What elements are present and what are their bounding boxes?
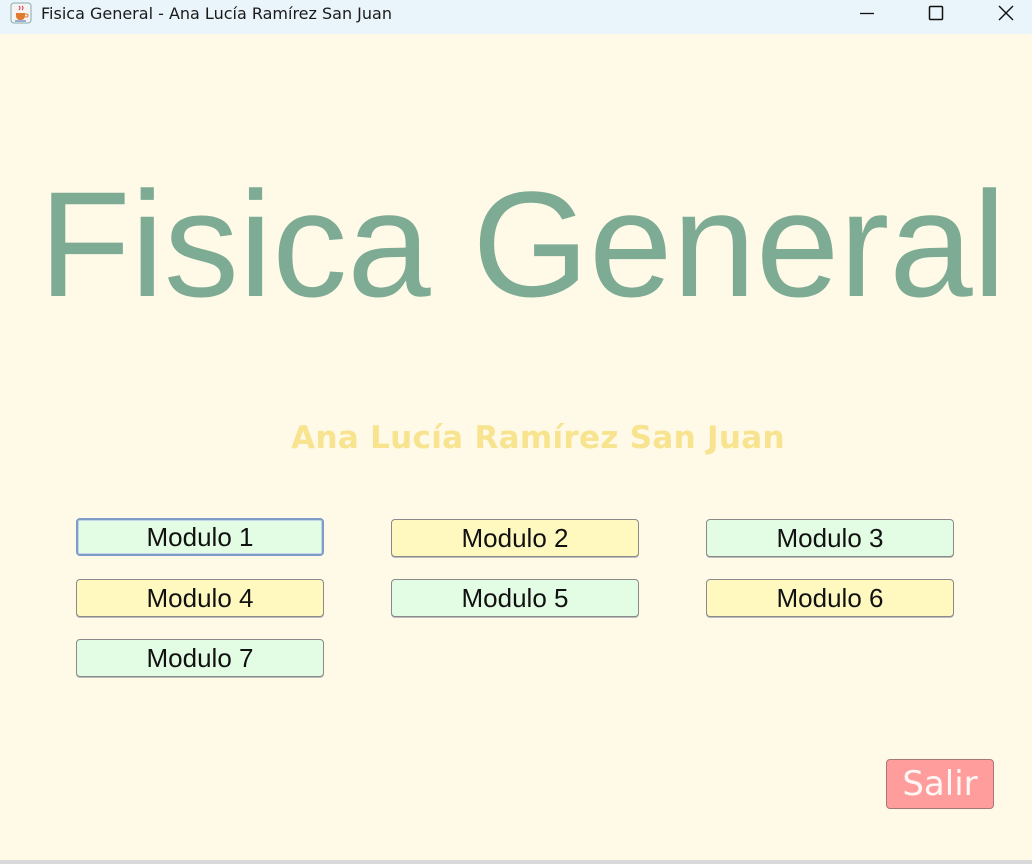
module-1-button[interactable]: Modulo 1 <box>76 518 324 556</box>
module-5-button[interactable]: Modulo 5 <box>391 579 639 617</box>
maximize-icon <box>928 5 944 21</box>
minimize-icon <box>860 12 874 15</box>
bottom-border <box>0 860 1032 864</box>
module-6-button[interactable]: Modulo 6 <box>706 579 954 617</box>
module-3-button[interactable]: Modulo 3 <box>706 519 954 557</box>
java-coffee-cup-icon <box>10 2 32 24</box>
close-icon <box>998 5 1014 21</box>
module-7-button[interactable]: Modulo 7 <box>76 639 324 677</box>
app-window: Fisica General - Ana Lucía Ramírez San J… <box>0 0 1032 860</box>
title-bar[interactable]: Fisica General - Ana Lucía Ramírez San J… <box>0 0 1032 34</box>
maximize-button[interactable] <box>913 0 959 26</box>
author-name: Ana Lucía Ramírez San Juan <box>291 420 785 456</box>
minimize-button[interactable] <box>844 0 890 26</box>
close-button[interactable] <box>983 0 1029 26</box>
exit-button[interactable]: Salir <box>886 759 994 809</box>
window-title: Fisica General - Ana Lucía Ramírez San J… <box>41 4 392 23</box>
module-4-button[interactable]: Modulo 4 <box>76 579 324 617</box>
module-2-button[interactable]: Modulo 2 <box>391 519 639 557</box>
page-title: Fisica General <box>38 160 1007 328</box>
